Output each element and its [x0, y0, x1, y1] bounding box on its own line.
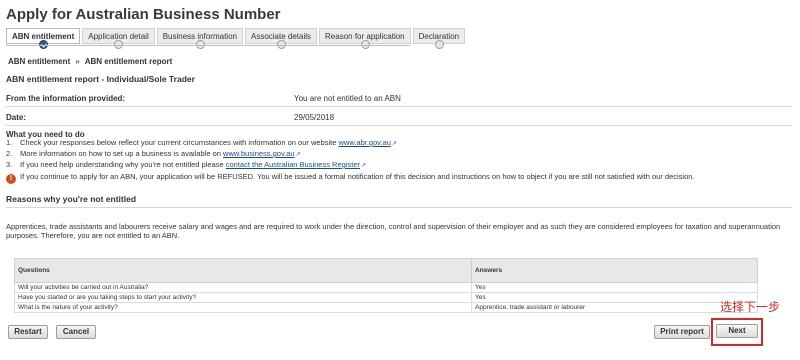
progress-steps: ABN entitlement Application detail Busin… [6, 28, 467, 49]
date-label: Date: [6, 113, 27, 122]
table-row: Will your activities be carried out in A… [14, 282, 758, 293]
tab-abn-entitlement[interactable]: ABN entitlement [6, 28, 81, 49]
business-website-link[interactable]: www.business.gov.au [223, 149, 295, 158]
breadcrumb-item[interactable]: ABN entitlement [8, 57, 70, 66]
breadcrumb-separator: » [75, 57, 80, 66]
column-header-questions: Questions [14, 258, 472, 283]
contact-abr-link[interactable]: contact the Australian Business Register [226, 160, 360, 169]
questions-table: Questions Answers Will your activities b… [14, 258, 758, 313]
provided-value: You are not entitled to an ABN [294, 94, 401, 103]
reasons-text: Apprentices, trade assistants and labour… [6, 222, 781, 240]
list-text: Check your responses below reflect your … [20, 138, 339, 147]
date-value: 29/05/2018 [294, 113, 335, 122]
abr-website-link[interactable]: www.abr.gov.au [338, 138, 390, 147]
tab-associate-details[interactable]: Associate details [244, 28, 318, 49]
print-report-button[interactable]: Print report [654, 325, 710, 339]
list-number: 1. [6, 138, 13, 147]
tab-reason-for-application[interactable]: Reason for application [319, 28, 411, 49]
breadcrumb: ABN entitlement » ABN entitlement report [8, 57, 172, 66]
column-header-answers: Answers [471, 258, 758, 283]
list-text: If you need help understanding why you'r… [20, 160, 226, 169]
list-text: More information on how to set up a busi… [20, 149, 224, 158]
list-item: 3. If you need help understanding why you… [6, 160, 397, 171]
progress-line [6, 45, 410, 46]
question-cell: Have you started or are you taking steps… [14, 292, 472, 303]
external-link-icon: ↗ [361, 163, 367, 169]
reasons-heading: Reasons why you're not entitled [6, 194, 137, 204]
tab-declaration[interactable]: Declaration [412, 28, 466, 49]
question-cell: What is the nature of your activity? [14, 302, 472, 313]
table-row: Have you started or are you taking steps… [14, 292, 758, 303]
question-cell: Will your activities be carried out in A… [14, 282, 472, 293]
warning-icon: ! [6, 174, 16, 184]
list-item: 1. Check your responses below reflect you… [6, 138, 397, 149]
table-header-row: Questions Answers [14, 258, 758, 283]
external-link-icon: ↗ [295, 152, 301, 158]
tab-business-information[interactable]: Business information [156, 28, 243, 49]
page-title: Apply for Australian Business Number [6, 6, 281, 23]
tab-application-detail[interactable]: Application detail [82, 28, 155, 49]
cancel-button[interactable]: Cancel [56, 325, 96, 339]
external-link-icon: ↗ [391, 141, 397, 147]
list-number: 3. [6, 160, 13, 169]
report-heading: ABN entitlement report - Individual/Sole… [6, 74, 195, 84]
table-row: What is the nature of your activity? App… [14, 302, 758, 313]
answer-cell: Yes [471, 292, 758, 303]
todo-list: 1. Check your responses below reflect you… [6, 138, 397, 171]
divider [6, 207, 792, 208]
breadcrumb-item-current: ABN entitlement report [84, 57, 173, 66]
list-number: 2. [6, 149, 13, 158]
date-row: Date: 29/05/2018 [6, 110, 792, 126]
list-item: 2. More information on how to set up a bu… [6, 149, 397, 160]
annotation-highlight-box [711, 318, 763, 346]
answer-cell: Apprentice, trade assistant or labourer [471, 302, 758, 313]
step-dot-icon [434, 40, 444, 49]
provided-row: From the information provided: You are n… [6, 91, 792, 107]
answer-cell: Yes [471, 282, 758, 293]
restart-button[interactable]: Restart [8, 325, 48, 339]
provided-label: From the information provided: [6, 94, 126, 103]
warning-message: ! If you continue to apply for an ABN, yo… [6, 172, 695, 184]
annotation-label: 选择下一步 [720, 300, 781, 314]
warning-text: If you continue to apply for an ABN, you… [20, 172, 695, 181]
